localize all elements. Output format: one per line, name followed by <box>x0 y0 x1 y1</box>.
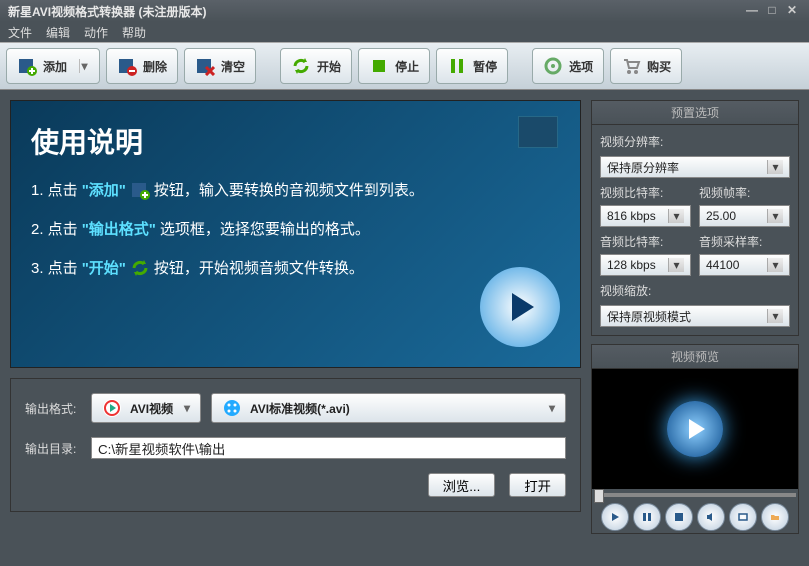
audio-bitrate-label: 音频比特率: <box>600 233 691 250</box>
folder-button[interactable] <box>761 503 789 531</box>
film-delete-icon <box>117 56 137 76</box>
output-dir-input[interactable] <box>91 437 566 459</box>
chevron-down-icon: ▾ <box>549 401 555 415</box>
start-button[interactable]: 开始 <box>280 48 352 84</box>
chevron-down-icon: ▾ <box>184 401 190 415</box>
chevron-down-icon: ▾ <box>79 59 89 73</box>
scale-label: 视频缩放: <box>600 282 790 299</box>
delete-button[interactable]: 删除 <box>106 48 178 84</box>
sample-rate-select[interactable]: 44100▾ <box>699 254 790 276</box>
titlebar: 新星AVI视频格式转换器 (未注册版本) — □ ✕ <box>0 0 809 22</box>
menubar: 文件 编辑 动作 帮助 <box>0 22 809 42</box>
video-bitrate-label: 视频比特率: <box>600 184 691 201</box>
toolbar: 添加 ▾ 删除 清空 开始 停止 暂停 选项 购买 <box>0 42 809 90</box>
sample-rate-label: 音频采样率: <box>699 233 790 250</box>
resolution-select[interactable]: 保持原分辨率▾ <box>600 156 790 178</box>
chevron-down-icon: ▾ <box>767 209 783 223</box>
chevron-down-icon: ▾ <box>767 160 783 174</box>
output-category-select[interactable]: AVI视频 ▾ <box>91 393 201 423</box>
fps-label: 视频帧率: <box>699 184 790 201</box>
format-icon <box>222 398 242 418</box>
menu-edit[interactable]: 编辑 <box>46 24 70 41</box>
play-logo-icon <box>480 267 560 347</box>
resolution-label: 视频分辨率: <box>600 133 790 150</box>
fps-select[interactable]: 25.00▾ <box>699 205 790 227</box>
volume-button[interactable] <box>697 503 725 531</box>
video-preview <box>592 369 798 489</box>
options-button[interactable]: 选项 <box>532 48 604 84</box>
chevron-down-icon: ▾ <box>767 309 783 323</box>
menu-action[interactable]: 动作 <box>84 24 108 41</box>
preview-title: 视频预览 <box>592 345 798 369</box>
buy-button[interactable]: 购买 <box>610 48 682 84</box>
open-button[interactable]: 打开 <box>509 473 566 497</box>
menu-file[interactable]: 文件 <box>8 24 32 41</box>
pause-button[interactable]: 暂停 <box>436 48 508 84</box>
refresh-icon <box>130 258 150 278</box>
browse-button[interactable]: 浏览... <box>428 473 496 497</box>
chevron-down-icon: ▾ <box>668 209 684 223</box>
preset-title: 预置选项 <box>592 101 798 125</box>
preset-panel: 预置选项 视频分辨率: 保持原分辨率▾ 视频比特率: 816 kbps▾ 视频帧… <box>591 100 799 336</box>
instruction-line-3: 3. 点击"开始" 按钮，开始视频音频文件转换。 <box>31 257 560 278</box>
menu-help[interactable]: 帮助 <box>122 24 146 41</box>
snapshot-button[interactable] <box>729 503 757 531</box>
output-format-select[interactable]: AVI标准视频(*.avi) ▾ <box>211 393 566 423</box>
close-button[interactable]: ✕ <box>783 4 801 18</box>
seek-slider[interactable] <box>594 493 796 497</box>
play-logo-icon <box>102 398 122 418</box>
output-dir-label: 输出目录: <box>25 440 81 457</box>
video-bitrate-select[interactable]: 816 kbps▾ <box>600 205 691 227</box>
film-add-icon <box>130 180 150 200</box>
pause-icon <box>447 56 467 76</box>
app-title: 新星AVI视频格式转换器 (未注册版本) <box>8 3 206 20</box>
chevron-down-icon: ▾ <box>668 258 684 272</box>
instructions-title: 使用说明 <box>31 121 560 161</box>
stop-button[interactable]: 停止 <box>358 48 430 84</box>
film-icon <box>518 116 558 148</box>
cart-icon <box>621 56 641 76</box>
play-button[interactable] <box>601 503 629 531</box>
add-button[interactable]: 添加 ▾ <box>6 48 100 84</box>
chevron-down-icon: ▾ <box>767 258 783 272</box>
output-panel: 输出格式: AVI视频 ▾ AVI标准视频(*.avi) ▾ 输出目录: 浏览.… <box>10 378 581 512</box>
film-add-icon <box>17 56 37 76</box>
stop-icon <box>369 56 389 76</box>
film-clear-icon <box>195 56 215 76</box>
instruction-line-1: 1. 点击"添加" 按钮，输入要转换的音视频文件到列表。 <box>31 179 560 200</box>
gear-icon <box>543 56 563 76</box>
preview-panel: 视频预览 <box>591 344 799 534</box>
minimize-button[interactable]: — <box>743 4 761 18</box>
maximize-button[interactable]: □ <box>763 4 781 18</box>
instruction-line-2: 2. 点击"输出格式"选项框，选择您要输出的格式。 <box>31 218 560 239</box>
instructions-panel: 使用说明 1. 点击"添加" 按钮，输入要转换的音视频文件到列表。 2. 点击"… <box>10 100 581 368</box>
stop-ctrl-button[interactable] <box>665 503 693 531</box>
pause-ctrl-button[interactable] <box>633 503 661 531</box>
audio-bitrate-select[interactable]: 128 kbps▾ <box>600 254 691 276</box>
refresh-icon <box>291 56 311 76</box>
play-logo-icon <box>667 401 723 457</box>
clear-button[interactable]: 清空 <box>184 48 256 84</box>
scale-select[interactable]: 保持原视频模式▾ <box>600 305 790 327</box>
output-format-label: 输出格式: <box>25 400 81 417</box>
